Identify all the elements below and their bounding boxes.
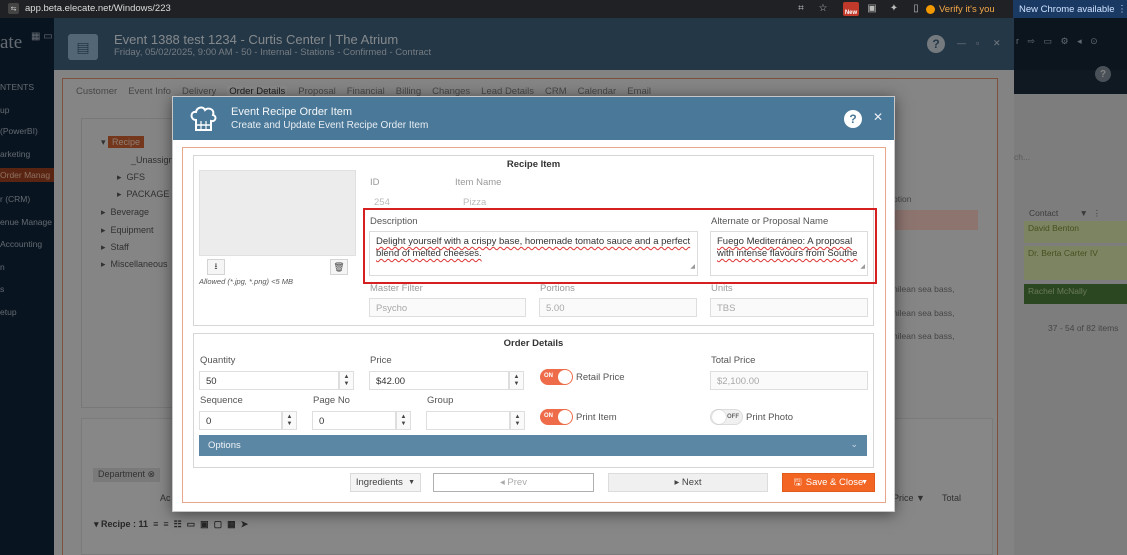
quantity-stepper[interactable]: ▲ ▼ (339, 371, 354, 390)
translate-icon[interactable]: ⌗ (795, 2, 807, 14)
quantity-label: Quantity (200, 355, 236, 366)
group-label: Group (427, 395, 454, 406)
master-filter-label: Master Filter (370, 283, 423, 294)
price-label: Price (370, 355, 392, 366)
group-stepper[interactable]: ▲ ▼ (510, 411, 525, 430)
upload-icon[interactable]: ⭳ (207, 259, 225, 275)
verify-label: Verify it's you (939, 3, 995, 15)
item-name-label: Item Name (455, 177, 502, 188)
save-close-button[interactable]: 🖫 Save & Close ▼ (782, 473, 875, 492)
bookmark-star-icon[interactable]: ☆ (817, 2, 829, 14)
dialog-subtitle: Create and Update Event Recipe Order Ite… (231, 120, 429, 131)
page-no-label: Page No (313, 395, 350, 406)
print-photo-toggle-text: OFF (727, 414, 739, 420)
order-details-title: Order Details (503, 338, 564, 349)
page-no-input[interactable]: 0 (312, 411, 396, 430)
highlight-box (363, 208, 877, 284)
ingredients-label: Ingredients (355, 477, 403, 488)
units-field: TBS (710, 298, 868, 317)
prev-button[interactable]: ◂ Prev (433, 473, 594, 492)
save-close-label: Save & Close (805, 477, 864, 488)
site-info-icon[interactable]: ⇆ (8, 3, 19, 14)
sequence-input[interactable]: 0 (199, 411, 282, 430)
chevron-down-icon: ⌄ (850, 439, 858, 449)
portions-label: Portions (540, 283, 575, 294)
print-item-label: Print Item (576, 412, 617, 423)
ingredients-dropdown[interactable]: Ingredients ▼ (350, 473, 421, 492)
browser-toolbar: ⇆ app.beta.elecate.net/Windows/223 ⌗ ☆ N… (0, 0, 1127, 18)
extension-new-badge[interactable]: New (843, 2, 859, 16)
master-filter-field: Psycho (369, 298, 526, 317)
profile-dot-icon (926, 4, 935, 14)
address-bar[interactable]: ⇆ app.beta.elecate.net/Windows/223 (8, 3, 171, 14)
url-text[interactable]: app.beta.elecate.net/Windows/223 (25, 3, 171, 14)
extension-icon[interactable]: ▣ (866, 2, 878, 14)
caret-down-icon: ▼ (408, 479, 416, 486)
caret-down-icon[interactable]: ▼ (861, 479, 868, 486)
dialog-header: Event Recipe Order Item Create and Updat… (173, 97, 894, 140)
price-stepper[interactable]: ▲ ▼ (509, 371, 524, 390)
quantity-input[interactable]: 50 (199, 371, 339, 390)
puzzle-icon[interactable]: ✦ (888, 2, 900, 14)
item-name-value: Pizza (463, 197, 487, 208)
allowed-file-hint: Allowed (*.jpg, *.png) <5 MB (199, 277, 294, 286)
verify-button[interactable]: Verify it's you (920, 1, 1001, 17)
id-label: ID (370, 177, 380, 188)
print-photo-toggle[interactable]: OFF (710, 409, 743, 425)
options-label: Options (208, 440, 241, 451)
retail-toggle-text: ON (544, 373, 553, 379)
sequence-stepper[interactable]: ▲ ▼ (282, 411, 297, 430)
recipe-image-placeholder[interactable] (199, 170, 356, 256)
next-button[interactable]: ▸ Next (608, 473, 768, 492)
floppy-disk-icon: 🖫 (793, 476, 802, 488)
print-item-toggle[interactable]: ON (540, 409, 573, 425)
page-no-stepper[interactable]: ▲ ▼ (396, 411, 411, 430)
dialog-title: Event Recipe Order Item (231, 106, 353, 118)
dialog-help-icon[interactable]: ? (844, 110, 862, 128)
dialog-close-icon[interactable]: ✕ (873, 110, 883, 124)
recipe-item-title: Recipe Item (506, 159, 561, 170)
retail-price-label: Retail Price (576, 372, 625, 383)
id-value: 254 (374, 197, 390, 208)
group-input[interactable] (426, 411, 510, 430)
portions-field: 5.00 (539, 298, 697, 317)
print-photo-label: Print Photo (746, 412, 793, 423)
options-accordion[interactable]: Options ⌄ (199, 435, 867, 456)
total-price-label: Total Price (711, 355, 756, 366)
trash-icon[interactable]: 🗑 (330, 259, 348, 275)
sequence-label: Sequence (200, 395, 243, 406)
update-chrome-button[interactable]: New Chrome available ⋮ (1013, 0, 1127, 18)
chef-hat-icon (190, 106, 217, 131)
new-badge-text: New (844, 10, 858, 16)
retail-price-toggle[interactable]: ON (540, 369, 573, 385)
price-input[interactable]: $42.00 (369, 371, 509, 390)
print-item-toggle-text: ON (544, 413, 553, 419)
total-price-field: $2,100.00 (710, 371, 868, 390)
update-chrome-label: New Chrome available (1019, 3, 1115, 15)
units-label: Units (711, 283, 733, 294)
